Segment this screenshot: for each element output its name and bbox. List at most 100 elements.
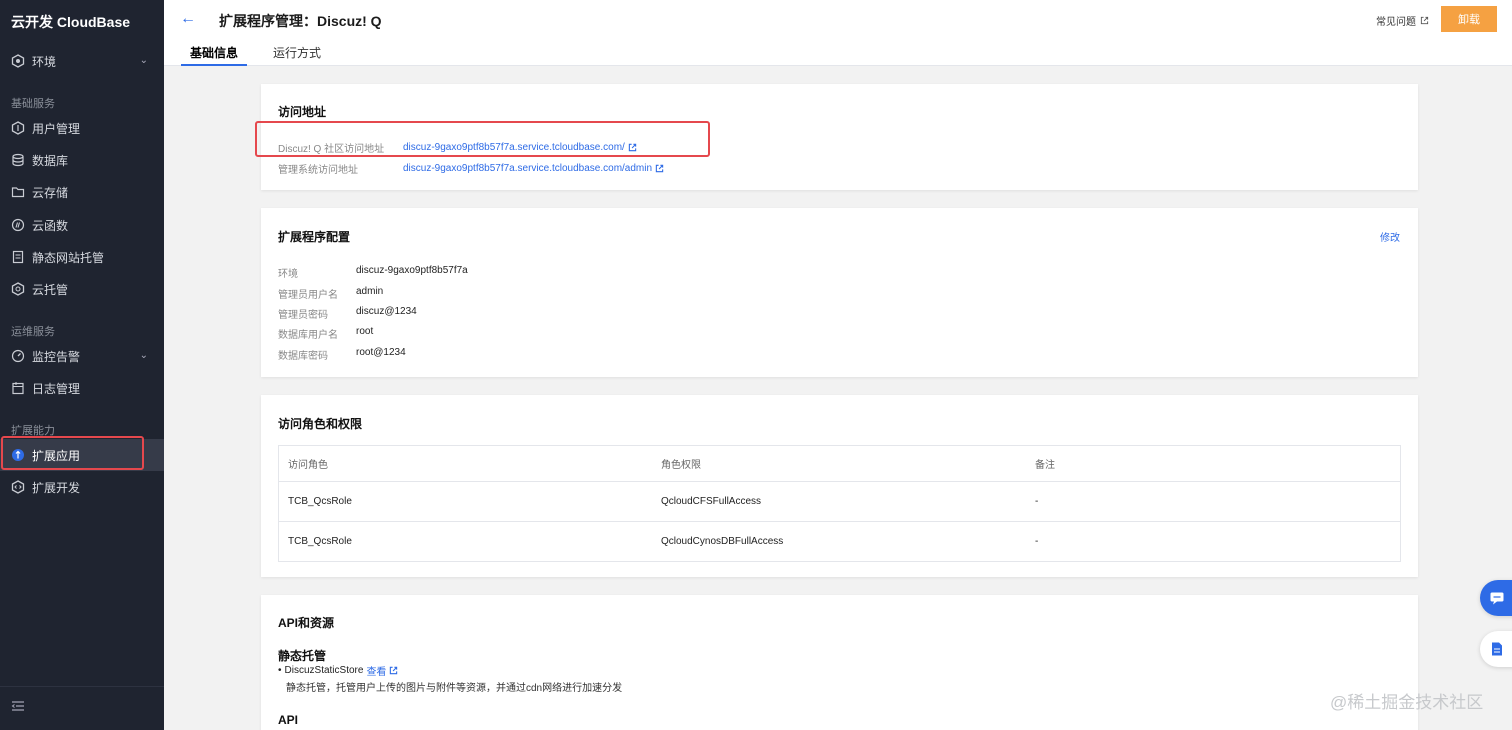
chat-support-button[interactable]	[1480, 580, 1512, 616]
config-key: 数据库用户名	[278, 330, 338, 341]
gauge-icon	[11, 349, 25, 363]
page-header: ← 扩展程序管理：Discuz! Q 常见问题 卸载 基础信息 运行方式	[164, 0, 1512, 66]
page-title: 扩展程序管理：Discuz! Q	[219, 13, 382, 29]
static-hosting-title: 静态托管	[278, 649, 327, 663]
faq-label: 常见问题	[1376, 17, 1416, 28]
sidebar-item-database[interactable]: 数据库	[0, 144, 164, 176]
api-card: API和资源 静态托管 • DiscuzStaticStore 查看 静态托管，…	[261, 595, 1418, 730]
roles-table: 访问角色 角色权限 备注 TCB_QcsRole QcloudCFSFullAc…	[278, 445, 1401, 562]
api-subtitle: API	[278, 713, 299, 727]
back-arrow-icon[interactable]: ←	[180, 10, 196, 28]
env-selector[interactable]: 环境 ⌄	[0, 45, 164, 77]
config-key: 管理员用户名	[278, 290, 338, 301]
static-store-name: DiscuzStaticStore	[284, 665, 364, 676]
static-store-item: • DiscuzStaticStore 查看	[278, 663, 398, 678]
document-icon	[11, 250, 25, 264]
uninstall-button[interactable]: 卸载	[1441, 6, 1497, 32]
brand-title: 云开发 CloudBase	[11, 14, 131, 30]
tab-bar: 基础信息 运行方式	[181, 44, 330, 66]
sidebar-item-storage[interactable]: 云存储	[0, 176, 164, 208]
table-cell: -	[1035, 536, 1039, 547]
sidebar-item-label: 云存储	[32, 185, 69, 200]
config-key: 管理员密码	[278, 310, 328, 321]
admin-url-text: discuz-9gaxo9ptf8b57f7a.service.tcloudba…	[403, 163, 653, 174]
hexagon-icon	[11, 54, 25, 68]
table-row: TCB_QcsRole QcloudCFSFullAccess -	[279, 481, 1400, 521]
config-row: 数据库密码 root@1234	[278, 347, 406, 362]
external-link-icon	[655, 164, 664, 173]
sidebar: 云开发 CloudBase 环境 ⌄ 基础服务 用户管理 数据库 云存储 云函数…	[0, 0, 164, 730]
config-value: discuz@1234	[356, 306, 417, 317]
table-header-row: 访问角色 角色权限 备注	[279, 446, 1400, 481]
document-icon	[1492, 642, 1502, 656]
folder-icon	[11, 185, 25, 199]
tab-basic-info[interactable]: 基础信息	[181, 44, 248, 66]
chevron-down-icon: ⌄	[139, 55, 148, 66]
sidebar-item-logs[interactable]: 日志管理	[0, 372, 164, 404]
table-cell: QcloudCFSFullAccess	[661, 496, 762, 507]
admin-url-link[interactable]: discuz-9gaxo9ptf8b57f7a.service.tcloudba…	[403, 161, 664, 176]
docs-button[interactable]	[1480, 631, 1512, 667]
sidebar-item-users[interactable]: 用户管理	[0, 112, 164, 144]
code-hexagon-icon	[11, 480, 25, 494]
database-icon	[11, 153, 25, 167]
config-row: 环境 discuz-9gaxo9ptf8b57f7a	[278, 265, 468, 280]
env-label: 环境	[32, 54, 57, 69]
sidebar-item-monitor[interactable]: 监控告警 ⌄	[0, 340, 164, 372]
chat-icon	[1490, 592, 1504, 605]
faq-link[interactable]: 常见问题	[1376, 13, 1429, 28]
config-key: 环境	[278, 269, 298, 280]
admin-url-row: 管理系统访问地址 discuz-9gaxo9ptf8b57f7a.service…	[278, 161, 664, 176]
table-cell: QcloudCynosDBFullAccess	[661, 536, 784, 547]
group-ops-services: 运维服务	[11, 326, 55, 338]
config-value: root	[356, 326, 374, 337]
sidebar-item-label: 日志管理	[32, 381, 81, 396]
sidebar-item-label: 用户管理	[32, 121, 81, 136]
sidebar-item-functions[interactable]: 云函数	[0, 209, 164, 241]
column-header: 访问角色	[288, 460, 328, 471]
config-title: 扩展程序配置	[278, 230, 351, 244]
sidebar-item-static-hosting[interactable]: 静态网站托管	[0, 241, 164, 273]
config-card: 扩展程序配置 修改 环境 discuz-9gaxo9ptf8b57f7a 管理员用…	[261, 208, 1418, 377]
column-header: 角色权限	[661, 460, 701, 471]
config-row: 管理员用户名 admin	[278, 286, 383, 301]
roles-title: 访问角色和权限	[278, 417, 363, 431]
sidebar-item-label: 云托管	[32, 282, 69, 297]
bullet-dot: •	[278, 665, 282, 676]
config-row: 管理员密码 discuz@1234	[278, 306, 417, 321]
chevron-down-icon: ⌄	[139, 350, 148, 361]
config-value: discuz-9gaxo9ptf8b57f7a	[356, 265, 468, 276]
admin-url-label: 管理系统访问地址	[278, 165, 358, 176]
calendar-icon	[11, 381, 25, 395]
sidebar-item-ext-dev[interactable]: 扩展开发	[0, 471, 164, 503]
hexagon-icon	[11, 282, 25, 296]
sidebar-item-label: 监控告警	[32, 349, 81, 364]
function-icon	[11, 218, 25, 232]
static-store-description: 静态托管，托管用户上传的图片与附件等资源，并通过cdn网络进行加速分发	[286, 683, 623, 694]
config-value: root@1234	[356, 347, 406, 358]
column-header: 备注	[1035, 460, 1055, 471]
view-store-link[interactable]: 查看	[366, 663, 398, 678]
edit-config-link[interactable]: 修改	[1380, 229, 1400, 244]
roles-card: 访问角色和权限 访问角色 角色权限 备注 TCB_QcsRole QcloudC…	[261, 395, 1418, 577]
table-cell: TCB_QcsRole	[288, 496, 352, 507]
sidebar-item-label: 静态网站托管	[32, 250, 105, 265]
table-cell: TCB_QcsRole	[288, 536, 352, 547]
watermark: @稀土掘金技术社区	[1330, 693, 1484, 712]
highlight-frame-sidebar	[1, 436, 144, 470]
config-value: admin	[356, 286, 384, 297]
table-cell: -	[1035, 496, 1039, 507]
external-link-icon	[390, 666, 398, 675]
view-label: 查看	[366, 667, 387, 678]
collapse-sidebar-button[interactable]	[0, 686, 164, 730]
external-link-icon	[1420, 16, 1429, 25]
sidebar-item-label: 扩展开发	[32, 480, 81, 495]
user-icon	[11, 121, 25, 135]
group-basic-services: 基础服务	[11, 98, 55, 110]
sidebar-item-label: 数据库	[32, 153, 69, 168]
config-key: 数据库密码	[278, 351, 328, 362]
tab-run-mode[interactable]: 运行方式	[264, 44, 330, 66]
access-title: 访问地址	[278, 105, 327, 119]
api-title: API和资源	[278, 616, 335, 630]
sidebar-item-cloud-hosting[interactable]: 云托管	[0, 273, 164, 305]
